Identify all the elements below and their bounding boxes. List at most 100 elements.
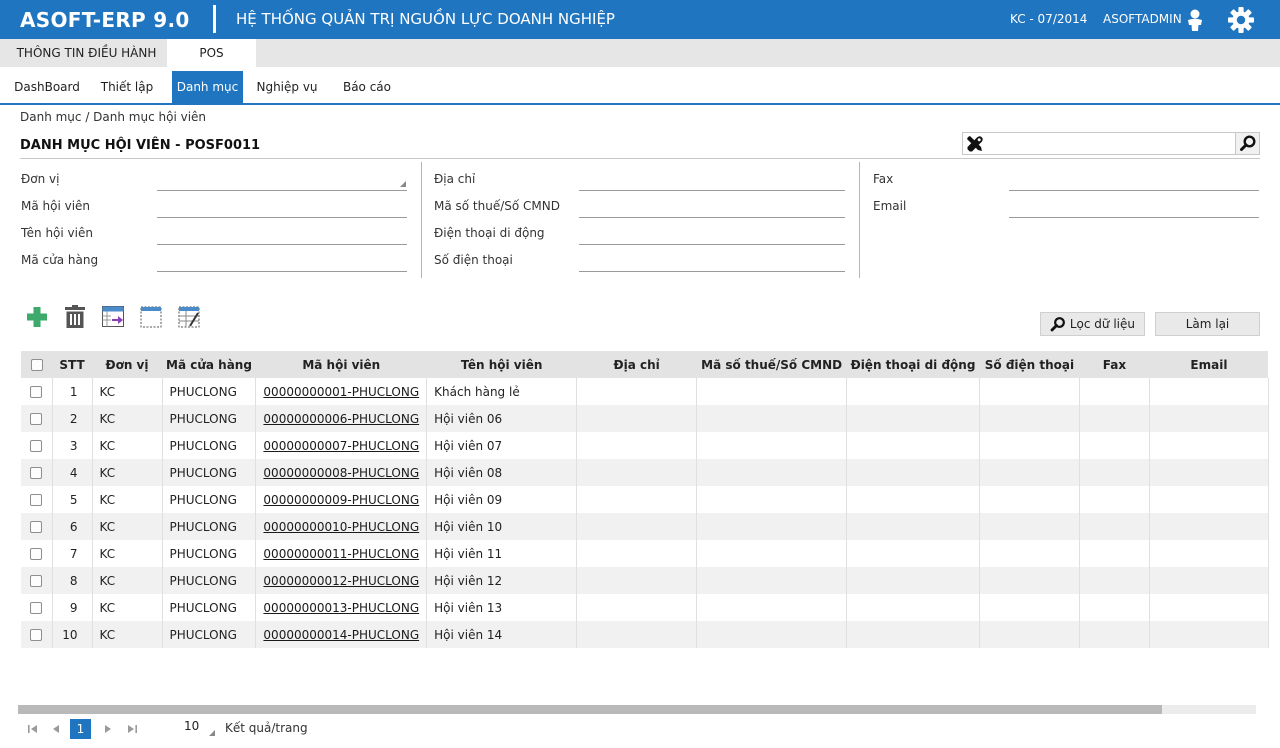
module-tab-thong-tin-dieu-hanh[interactable]: THÔNG TIN ĐIỀU HÀNH	[0, 39, 173, 67]
column-header-email[interactable]: Email	[1149, 351, 1269, 378]
module-tab-pos[interactable]: POS	[167, 39, 256, 67]
quick-search-button[interactable]	[1235, 133, 1259, 154]
member-code-link[interactable]: 00000000001-PHUCLONG	[263, 385, 419, 399]
column-header-stt[interactable]: STT	[52, 351, 92, 378]
table-row[interactable]: 1 KC PHUCLONG 00000000001-PHUCLONG Khách…	[21, 378, 1269, 405]
cell-dien-thoai-di-dong	[846, 459, 980, 486]
email-input[interactable]	[1009, 198, 1259, 218]
menu-item-nghiep-vu[interactable]: Nghiệp vụ	[252, 71, 322, 103]
row-checkbox[interactable]	[21, 378, 53, 405]
user-icon[interactable]	[1185, 9, 1205, 31]
cell-dien-thoai-di-dong	[846, 378, 980, 405]
current-page-button[interactable]: 1	[70, 719, 91, 739]
ten-hoi-vien-input[interactable]	[157, 225, 407, 245]
export-icon[interactable]	[101, 305, 125, 329]
scrollbar-thumb[interactable]	[18, 705, 1162, 714]
row-checkbox[interactable]	[21, 432, 53, 459]
menu-item-bao-cao[interactable]: Báo cáo	[338, 71, 396, 103]
column-header-ma-hoi-vien[interactable]: Mã hội viên	[255, 351, 427, 378]
column-header-so-dien-thoai[interactable]: Số điện thoại	[979, 351, 1080, 378]
cell-email	[1149, 540, 1269, 567]
filter-data-button[interactable]: Lọc dữ liệu	[1040, 312, 1145, 336]
cell-email	[1149, 513, 1269, 540]
row-checkbox[interactable]	[21, 567, 53, 594]
row-checkbox[interactable]	[21, 486, 53, 513]
dia-chi-input[interactable]	[579, 171, 845, 191]
table-row[interactable]: 8 KC PHUCLONG 00000000012-PHUCLONG Hội v…	[21, 567, 1269, 594]
gear-icon[interactable]	[1227, 6, 1255, 34]
table-row[interactable]: 6 KC PHUCLONG 00000000010-PHUCLONG Hội v…	[21, 513, 1269, 540]
so-dien-thoai-input[interactable]	[579, 252, 845, 272]
cell-don-vi: KC	[92, 459, 163, 486]
row-checkbox[interactable]	[21, 459, 53, 486]
column-header-ten-hoi-vien[interactable]: Tên hội viên	[426, 351, 577, 378]
member-code-link[interactable]: 00000000012-PHUCLONG	[263, 574, 419, 588]
member-code-link[interactable]: 00000000009-PHUCLONG	[263, 493, 419, 507]
member-code-link[interactable]: 00000000008-PHUCLONG	[263, 466, 419, 480]
page-size-dropdown[interactable]: 10	[165, 716, 217, 738]
cell-dia-chi	[576, 405, 698, 432]
member-code-link[interactable]: 00000000011-PHUCLONG	[263, 547, 419, 561]
dien-thoai-di-dong-input[interactable]	[579, 225, 845, 245]
chevron-down-icon	[400, 181, 406, 187]
table-row[interactable]: 7 KC PHUCLONG 00000000011-PHUCLONG Hội v…	[21, 540, 1269, 567]
username-label[interactable]: ASOFTADMIN	[1103, 12, 1182, 26]
menu-item-dashboard[interactable]: DashBoard	[12, 71, 82, 103]
ma-cua-hang-input[interactable]	[157, 252, 407, 272]
table-row[interactable]: 2 KC PHUCLONG 00000000006-PHUCLONG Hội v…	[21, 405, 1269, 432]
first-page-icon[interactable]	[27, 724, 39, 734]
table-row[interactable]: 3 KC PHUCLONG 00000000007-PHUCLONG Hội v…	[21, 432, 1269, 459]
cell-ma-cua-hang: PHUCLONG	[162, 594, 257, 621]
cell-ten-hoi-vien: Hội viên 10	[426, 513, 578, 540]
ma-hoi-vien-input[interactable]	[157, 198, 407, 218]
member-code-link[interactable]: 00000000010-PHUCLONG	[263, 520, 419, 534]
next-page-icon[interactable]	[103, 724, 113, 734]
ma-so-thue-input[interactable]	[579, 198, 845, 218]
row-checkbox[interactable]	[21, 540, 53, 567]
table-row[interactable]: 5 KC PHUCLONG 00000000009-PHUCLONG Hội v…	[21, 486, 1269, 513]
member-code-link[interactable]: 00000000006-PHUCLONG	[263, 412, 419, 426]
member-code-link[interactable]: 00000000014-PHUCLONG	[263, 628, 419, 642]
column-header-fax[interactable]: Fax	[1079, 351, 1150, 378]
cell-ten-hoi-vien: Khách hàng lẻ	[426, 378, 578, 405]
column-header-dia-chi[interactable]: Địa chỉ	[576, 351, 697, 378]
table-row[interactable]: 10 KC PHUCLONG 00000000014-PHUCLONG Hội …	[21, 621, 1269, 648]
column-header-ma-so-thue[interactable]: Mã số thuế/Số CMND	[696, 351, 847, 378]
grid-config-icon[interactable]	[177, 305, 201, 329]
prev-page-icon[interactable]	[51, 724, 61, 734]
menu-item-thiet-lap[interactable]: Thiết lập	[96, 71, 158, 103]
column-select-icon[interactable]	[139, 305, 163, 329]
row-checkbox[interactable]	[21, 405, 53, 432]
cell-ten-hoi-vien: Hội viên 14	[426, 621, 578, 648]
row-checkbox[interactable]	[21, 594, 53, 621]
cell-ten-hoi-vien: Hội viên 06	[426, 405, 578, 432]
tools-icon[interactable]	[966, 135, 984, 153]
horizontal-scrollbar[interactable]	[18, 705, 1256, 714]
column-header-don-vi[interactable]: Đơn vị	[92, 351, 162, 378]
don-vi-dropdown[interactable]	[157, 171, 407, 191]
module-tab-bar: THÔNG TIN ĐIỀU HÀNH POS	[0, 39, 1280, 67]
reset-button[interactable]: Làm lại	[1155, 312, 1260, 336]
table-row[interactable]: 9 KC PHUCLONG 00000000013-PHUCLONG Hội v…	[21, 594, 1269, 621]
app-logo[interactable]: ASOFT-ERP 9.0	[20, 8, 190, 32]
select-all-checkbox[interactable]	[21, 351, 52, 378]
column-header-ma-cua-hang[interactable]: Mã cửa hàng	[162, 351, 256, 378]
delete-icon[interactable]	[63, 305, 87, 329]
menu-item-danh-muc[interactable]: Danh mục	[172, 71, 243, 103]
last-page-icon[interactable]	[126, 724, 138, 734]
period-label[interactable]: KC - 07/2014	[1010, 12, 1087, 26]
row-checkbox[interactable]	[21, 621, 53, 648]
table-row[interactable]: 4 KC PHUCLONG 00000000008-PHUCLONG Hội v…	[21, 459, 1269, 486]
member-code-link[interactable]: 00000000007-PHUCLONG	[263, 439, 419, 453]
cell-so-dien-thoai	[979, 540, 1080, 567]
member-code-link[interactable]: 00000000013-PHUCLONG	[263, 601, 419, 615]
search-icon	[1240, 135, 1256, 151]
cell-stt: 7	[52, 540, 93, 567]
column-header-dien-thoai-di-dong[interactable]: Điện thoại di động	[846, 351, 980, 378]
add-icon[interactable]	[25, 305, 49, 329]
cell-ma-so-thue	[696, 378, 848, 405]
row-checkbox[interactable]	[21, 513, 53, 540]
fax-input[interactable]	[1009, 171, 1259, 191]
quick-search-input[interactable]	[989, 134, 1229, 153]
cell-don-vi: KC	[92, 378, 163, 405]
